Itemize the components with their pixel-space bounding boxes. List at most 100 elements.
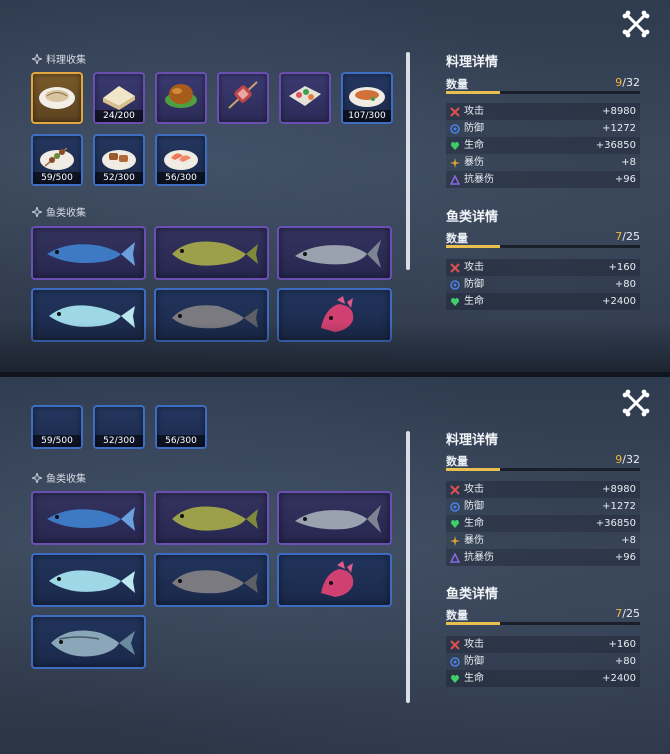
defense-icon xyxy=(450,501,460,512)
fish-item-grey-salmon[interactable] xyxy=(277,226,392,280)
food-item-shrimp-plate[interactable]: 56/300 xyxy=(155,134,207,186)
fish-qty-progress-fill xyxy=(446,245,501,248)
stat-value: +1272 xyxy=(602,501,636,512)
food-count: 52/300 xyxy=(95,435,143,447)
grey-catfish-icon xyxy=(172,305,258,329)
stat-name: 暴伤 xyxy=(464,157,484,168)
fish-item-pale-blue-fish[interactable] xyxy=(31,553,146,607)
food-item-sandwich[interactable]: 24/200 xyxy=(93,72,145,124)
diamond-star-icon xyxy=(32,472,42,483)
food-count: 59/500 xyxy=(33,172,81,184)
stat-name: 防御 xyxy=(464,123,484,134)
health-icon xyxy=(451,674,459,683)
close-crossed-bones-icon[interactable] xyxy=(620,387,652,419)
grilled-meat-plate-icon xyxy=(102,150,136,170)
stat-name: 攻击 xyxy=(464,262,484,273)
stat-row: 生命 +2400 xyxy=(446,670,640,687)
collection-panel-scrolled: 59/500 52/300 56/300 鱼类收集 料理详情 数量 9/32 攻… xyxy=(0,377,670,754)
food-detail-title: 料理详情 xyxy=(446,433,499,448)
stat-value: +1272 xyxy=(602,123,636,134)
grilled-fish-plate-icon xyxy=(349,87,385,107)
food-qty-value: 9/32 xyxy=(615,76,640,89)
blue-mackerel-icon xyxy=(47,242,135,266)
health-icon xyxy=(451,297,459,306)
fish-fillet-dish-icon xyxy=(39,87,75,109)
diamond-star-icon xyxy=(32,53,42,64)
food-item-fish-fillet[interactable] xyxy=(31,72,83,124)
fish-item-grey-catfish[interactable] xyxy=(154,553,269,607)
roast-chicken-icon xyxy=(165,84,197,108)
stat-row: 攻击 +8980 xyxy=(446,103,640,120)
grey-catfish-icon xyxy=(172,570,258,594)
food-item-roast-chicken[interactable] xyxy=(155,72,207,124)
anti-crit-icon xyxy=(450,552,460,563)
food-count: 56/300 xyxy=(157,435,205,447)
food-item-grilled-meat-plate[interactable]: 52/300 xyxy=(93,134,145,186)
stat-name: 攻击 xyxy=(464,639,484,650)
stat-name: 防御 xyxy=(464,279,484,290)
stat-value: +8980 xyxy=(602,484,636,495)
food-item-kebab-plate[interactable]: 59/500 xyxy=(31,134,83,186)
fish-qty-progress-bar xyxy=(446,622,640,625)
stat-value: +80 xyxy=(614,279,636,290)
food-qty-label: 数量 xyxy=(446,455,468,468)
stat-name: 暴伤 xyxy=(464,535,484,546)
food-item-kebab-plate[interactable]: 59/500 xyxy=(31,405,83,449)
fish-item-grey-salmon[interactable] xyxy=(277,491,392,545)
stat-value: +160 xyxy=(608,262,636,273)
fish-item-green-bass[interactable] xyxy=(154,491,269,545)
fish-item-grey-catfish[interactable] xyxy=(154,288,269,342)
fish-section-header: 鱼类收集 xyxy=(32,470,86,485)
stat-name: 生命 xyxy=(464,518,484,529)
fish-item-blue-mackerel[interactable] xyxy=(31,226,146,280)
food-item-sushi-box[interactable] xyxy=(279,72,331,124)
food-item-grilled-fish-plate[interactable]: 107/300 xyxy=(341,72,393,124)
food-qty-value: 9/32 xyxy=(615,453,640,466)
food-qty-progress-fill xyxy=(446,91,501,94)
shrimp-plate-icon xyxy=(164,150,198,170)
stat-value: +8 xyxy=(621,157,636,168)
grey-salmon-icon xyxy=(295,240,381,268)
food-count: 24/200 xyxy=(95,110,143,122)
stat-row: 暴伤 +8 xyxy=(446,154,640,171)
fish-qty-progress-fill xyxy=(446,622,501,625)
stat-value: +8980 xyxy=(602,106,636,117)
fish-item-blue-mackerel[interactable] xyxy=(31,491,146,545)
stat-name: 攻击 xyxy=(464,106,484,117)
fish-item-green-bass[interactable] xyxy=(154,226,269,280)
grey-salmon-icon xyxy=(295,505,381,533)
health-icon xyxy=(451,519,459,528)
stat-value: +96 xyxy=(614,552,636,563)
green-bass-icon xyxy=(172,506,258,531)
stat-name: 抗暴伤 xyxy=(464,552,494,563)
collection-scrollbar[interactable] xyxy=(406,52,410,270)
food-section-title: 料理收集 xyxy=(46,55,86,66)
food-qty-row: 数量 9/32 xyxy=(446,76,640,100)
stat-name: 攻击 xyxy=(464,484,484,495)
crit-icon xyxy=(450,157,460,168)
fish-item-pale-blue-fish[interactable] xyxy=(31,288,146,342)
food-qty-progress-bar xyxy=(446,91,640,94)
stat-row: 攻击 +160 xyxy=(446,259,640,276)
food-count: 52/300 xyxy=(95,172,143,184)
attack-icon xyxy=(450,106,460,117)
food-item-meat-skewer[interactable] xyxy=(217,72,269,124)
pink-dragonfish-icon xyxy=(321,296,354,332)
sandwich-icon xyxy=(103,86,135,110)
stat-name: 生命 xyxy=(464,296,484,307)
food-detail-title: 料理详情 xyxy=(446,55,499,70)
fish-item-sea-bream[interactable] xyxy=(31,615,146,669)
fish-item-pink-dragonfish[interactable] xyxy=(277,288,392,342)
stat-value: +96 xyxy=(614,174,636,185)
stat-row: 暴伤 +8 xyxy=(446,532,640,549)
food-item-grilled-meat-plate[interactable]: 52/300 xyxy=(93,405,145,449)
fish-item-pink-dragonfish[interactable] xyxy=(277,553,392,607)
close-crossed-bones-icon[interactable] xyxy=(620,8,652,40)
stat-name: 生命 xyxy=(464,673,484,684)
collection-scrollbar[interactable] xyxy=(406,431,410,703)
food-item-shrimp-plate[interactable]: 56/300 xyxy=(155,405,207,449)
blue-mackerel-icon xyxy=(47,507,135,531)
stat-row: 攻击 +160 xyxy=(446,636,640,653)
fish-section-title: 鱼类收集 xyxy=(46,208,86,219)
stat-value: +2400 xyxy=(602,296,636,307)
